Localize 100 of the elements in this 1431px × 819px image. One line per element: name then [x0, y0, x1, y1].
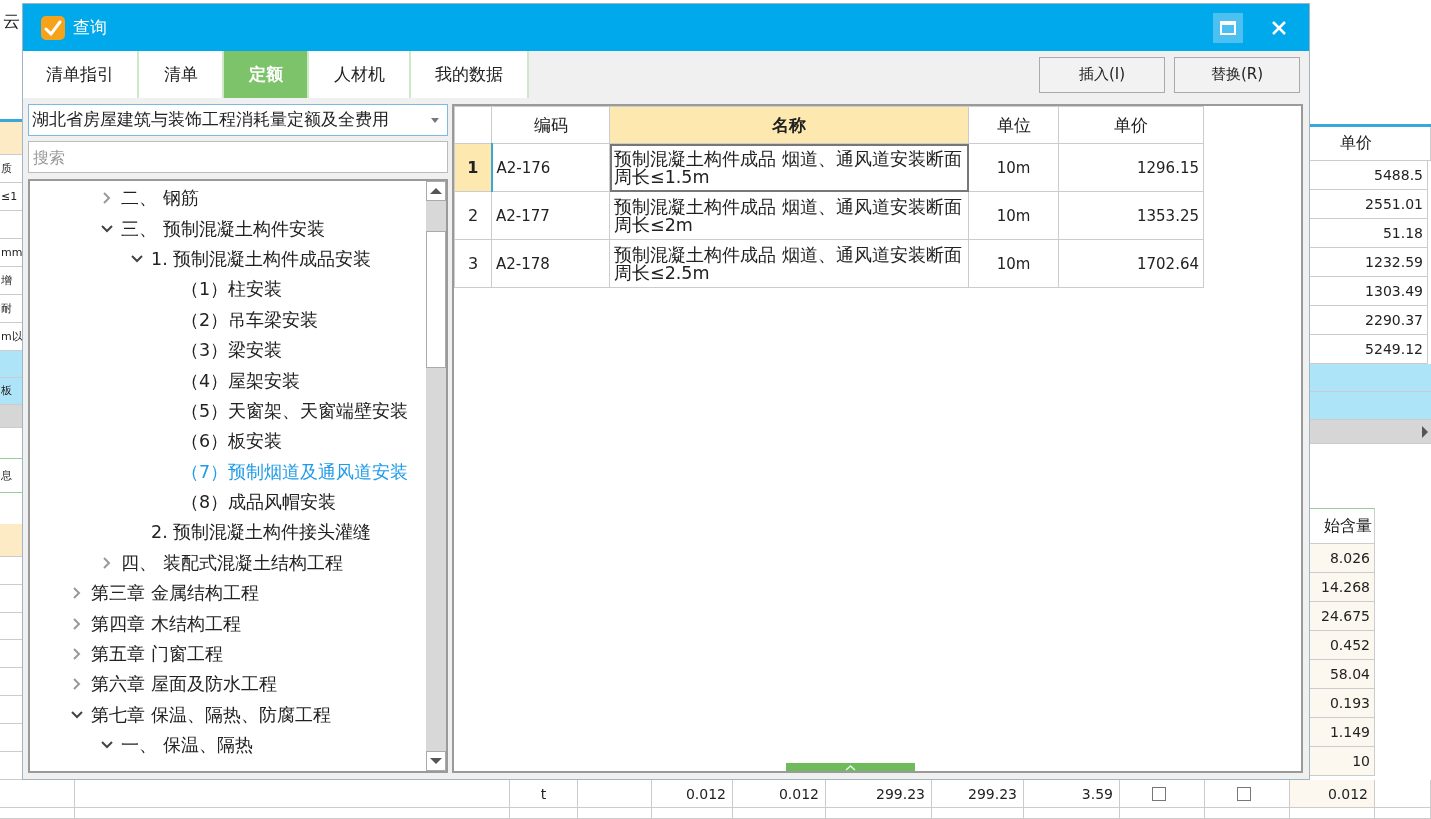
window-title: 查询: [73, 16, 107, 39]
column-header: 单价: [1340, 133, 1372, 154]
chevron-down-icon[interactable]: [101, 741, 113, 750]
app-logo-icon: [41, 15, 65, 40]
table-cell: [1375, 780, 1431, 808]
replace-button[interactable]: 替换(R): [1174, 56, 1300, 93]
table-cell: ≤1: [1, 189, 18, 203]
table-cell: 2290.37: [1365, 312, 1423, 328]
table-cell: 息: [1, 468, 12, 484]
table-cell: 增: [1, 272, 12, 288]
table-cell: 51.18: [1382, 225, 1423, 241]
table-cell: [510, 808, 578, 819]
column-header[interactable]: 单价: [1058, 106, 1204, 144]
scroll-up-icon[interactable]: [426, 181, 446, 201]
table-cell: 14.268: [1321, 579, 1370, 595]
tree-item[interactable]: 第五章 门窗工程: [91, 642, 223, 667]
table-cell: 预制混凝土构件成品 烟道、通风道安装断面周长≤2m: [609, 191, 969, 240]
tree-item[interactable]: 1. 预制混凝土构件成品安装: [151, 246, 372, 271]
tree-item[interactable]: （3）梁安装: [181, 338, 283, 363]
chevron-right-icon[interactable]: [103, 556, 111, 569]
table-cell: 10: [1352, 753, 1370, 769]
tree-item[interactable]: 二、 钢筋: [121, 186, 199, 211]
maximize-icon[interactable]: [1213, 12, 1243, 43]
table-cell: A2-177: [491, 191, 610, 240]
scroll-down-icon[interactable]: [426, 751, 446, 771]
chevron-right-icon[interactable]: [73, 678, 81, 691]
column-header[interactable]: 编码: [491, 106, 610, 144]
table-cell: 8.026: [1329, 550, 1370, 566]
table-cell: 1296.15: [1058, 143, 1204, 192]
column-header[interactable]: 单位: [968, 106, 1059, 144]
table-cell: 2551.01: [1365, 196, 1423, 212]
header-row: [0, 122, 22, 155]
table-cell: 质: [1, 160, 12, 176]
row-number[interactable]: 1: [454, 143, 492, 192]
column-header[interactable]: 名称: [609, 106, 969, 144]
chevron-right-icon[interactable]: [73, 648, 81, 661]
tab[interactable]: 我的数据: [411, 51, 529, 98]
table-cell: mm: [1, 245, 23, 259]
scroll-thumb[interactable]: [426, 231, 446, 368]
tree-item[interactable]: 第四章 木结构工程: [91, 611, 241, 636]
insert-button[interactable]: 插入(I): [1039, 56, 1165, 93]
table-cell: 58.04: [1329, 666, 1370, 682]
table-cell: 10m: [968, 239, 1059, 288]
tab[interactable]: 清单: [139, 51, 224, 98]
table-cell: 1353.25: [1058, 191, 1204, 240]
tab[interactable]: 人材机: [309, 51, 411, 98]
table-cell: 0.193: [1329, 695, 1370, 711]
close-icon[interactable]: [1271, 19, 1287, 36]
table-cell: 1.149: [1329, 724, 1370, 740]
chevron-right-icon[interactable]: [103, 192, 111, 205]
tree-item[interactable]: （2）吊车梁安装: [181, 307, 319, 332]
header-row: [0, 523, 22, 557]
table-cell: 1702.64: [1058, 239, 1204, 288]
chevron-down-icon[interactable]: [101, 224, 113, 233]
table-cell: 5488.5: [1374, 167, 1423, 183]
tree-item[interactable]: 第三章 金属结构工程: [91, 581, 259, 606]
tree-item[interactable]: （8）成品风帽安装: [181, 490, 337, 515]
library-dropdown[interactable]: 湖北省房屋建筑与装饰工程消耗量定额及全费用: [28, 104, 448, 136]
app-title-text: 云: [3, 10, 20, 33]
chevron-down-icon[interactable]: [71, 710, 83, 719]
scroll-right-icon[interactable]: [1421, 425, 1429, 438]
table-cell: 10m: [968, 143, 1059, 192]
tree-item[interactable]: （5）天窗架、天窗端壁安装: [181, 398, 409, 423]
table-cell: 1232.59: [1365, 254, 1423, 270]
checkbox[interactable]: [1152, 786, 1166, 801]
table-cell: 板: [1, 383, 12, 398]
scrollbar[interactable]: [426, 181, 446, 771]
chevron-right-icon[interactable]: [73, 617, 81, 630]
tree-item[interactable]: 一、 保温、隔热: [121, 733, 253, 758]
table-cell: A2-176: [491, 143, 610, 192]
caret-icon: [431, 117, 439, 123]
table-cell: [1375, 808, 1431, 819]
search-field[interactable]: 搜索: [28, 141, 448, 173]
tree-item[interactable]: （6）板安装: [181, 429, 283, 454]
column-header: 始含量: [1324, 515, 1372, 537]
tab[interactable]: 清单指引: [23, 51, 139, 98]
tree-item[interactable]: 第六章 屋面及防水工程: [91, 672, 277, 697]
table-cell: 0.012: [1290, 780, 1375, 808]
tree-item[interactable]: 第七章 保温、隔热、防腐工程: [91, 702, 331, 727]
table-cell: 预制混凝土构件成品 烟道、通风道安装断面周长≤2.5m: [609, 239, 969, 288]
tree-item[interactable]: 2. 预制混凝土构件接头灌缝: [151, 520, 372, 545]
tree-item[interactable]: （4）屋架安装: [181, 368, 301, 393]
table-cell: m以: [1, 328, 23, 344]
checkbox[interactable]: [1237, 786, 1251, 801]
table-cell: 预制混凝土构件成品 烟道、通风道安装断面周长≤1.5m: [609, 143, 969, 192]
tree-item[interactable]: （1）柱安装: [181, 277, 283, 302]
table-cell: 24.675: [1321, 608, 1370, 624]
tree-item[interactable]: 四、 装配式混凝土结构工程: [121, 550, 343, 575]
row-number[interactable]: 3: [454, 239, 492, 288]
table-cell: A2-178: [491, 239, 610, 288]
table-cell: 0.452: [1329, 637, 1370, 653]
row-number[interactable]: 2: [454, 191, 492, 240]
table-cell: 5249.12: [1365, 341, 1423, 357]
collapse-handle[interactable]: [786, 763, 915, 771]
table-cell: 10m: [968, 191, 1059, 240]
table-cell: 耐: [1, 300, 12, 316]
tree-item[interactable]: 三、 预制混凝土构件安装: [121, 216, 325, 241]
chevron-right-icon[interactable]: [73, 587, 81, 600]
chevron-down-icon[interactable]: [131, 254, 143, 263]
table-cell: 1303.49: [1365, 283, 1423, 299]
